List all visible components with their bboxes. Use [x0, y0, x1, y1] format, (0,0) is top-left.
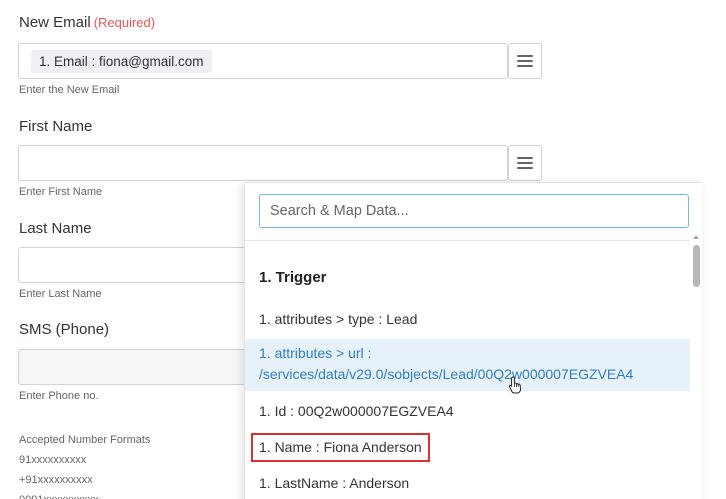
search-map-data-input[interactable] — [259, 194, 689, 228]
new-email-hint: Enter the New Email — [19, 84, 120, 96]
map-option-url[interactable]: 1. attributes > url : /services/data/v29… — [245, 339, 691, 391]
hand-pointer-cursor-icon — [509, 376, 522, 394]
new-email-label: New Email (Required) — [19, 14, 155, 31]
scrollbar-thumb[interactable] — [693, 245, 700, 287]
format-item: 0091xxxxxxxxxx — [19, 490, 150, 499]
first-name-label: First Name — [19, 118, 93, 135]
sms-hint: Enter Phone no. — [19, 390, 99, 402]
format-item: +91xxxxxxxxxx — [19, 474, 93, 486]
hamburger-menu-icon — [517, 55, 533, 67]
new-email-input[interactable]: 1. Email : fiona@gmail.com — [18, 43, 508, 79]
last-name-label: Last Name — [19, 220, 92, 237]
map-option-name-text: 1. Name : Fiona Anderson — [251, 433, 430, 462]
accepted-formats: Accepted Number Formats 91xxxxxxxxxx +91… — [19, 430, 150, 499]
sms-label: SMS (Phone) — [19, 321, 110, 338]
map-option-url-key: 1. attributes > url : — [259, 345, 372, 361]
map-option-type[interactable]: 1. attributes > type : Lead — [245, 309, 691, 330]
accepted-formats-title: Accepted Number Formats — [19, 434, 151, 446]
map-option-url-value: /services/data/v29.0/sobjects/Lead/00Q2w… — [259, 366, 634, 382]
first-name-map-button[interactable] — [508, 145, 542, 181]
new-email-map-button[interactable] — [508, 43, 542, 79]
map-data-dropdown: 1. Trigger 1. attributes > type : Lead 1… — [244, 182, 702, 499]
mapped-email-chip[interactable]: 1. Email : fiona@gmail.com — [31, 50, 212, 73]
new-email-label-text: New Email — [19, 14, 91, 31]
first-name-input[interactable] — [18, 145, 508, 181]
map-option-name[interactable]: 1. Name : Fiona Anderson — [245, 433, 691, 462]
divider — [245, 240, 702, 241]
format-item: 91xxxxxxxxxx — [19, 454, 87, 466]
first-name-hint: Enter First Name — [19, 186, 103, 198]
group-title-trigger: 1. Trigger — [259, 269, 327, 286]
map-option-lastname[interactable]: 1. LastName : Anderson — [245, 473, 691, 494]
last-name-hint: Enter Last Name — [19, 288, 102, 300]
hamburger-menu-icon — [517, 157, 533, 169]
scroll-up-arrow-icon[interactable] — [693, 235, 699, 239]
required-marker: (Required) — [93, 15, 156, 30]
map-option-id[interactable]: 1. Id : 00Q2w000007EGZVEA4 — [245, 401, 691, 422]
